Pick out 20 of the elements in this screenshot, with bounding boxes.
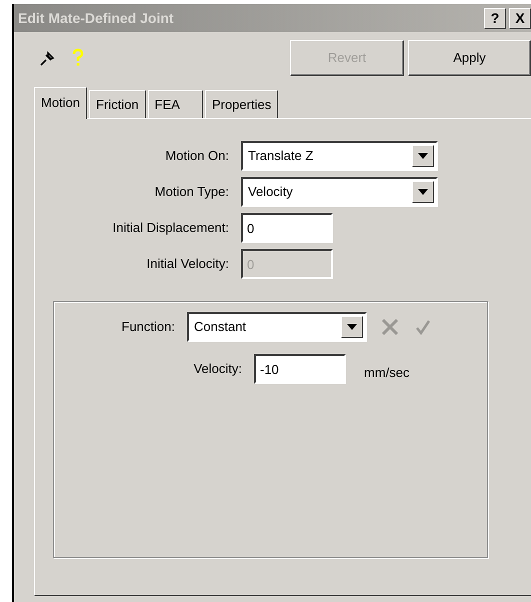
window-title: Edit Mate-Defined Joint [18,8,175,28]
field-label: Initial Displacement: [112,219,230,238]
field-label: Motion Type: [154,183,230,202]
input-field[interactable]: -10 [254,354,346,384]
tab[interactable]: FEA [148,90,203,118]
function-label: Function: [120,318,176,336]
tab[interactable]: Motion [34,87,88,119]
velocity-label: Velocity: [192,360,243,378]
input-field[interactable]: 0 [241,213,333,243]
field-label: Initial Velocity: [146,255,230,274]
help-button[interactable]: ? [484,8,506,28]
close-button[interactable]: X [509,8,531,28]
unit-label: mm/sec [364,364,410,382]
field-label: Motion On: [164,147,230,166]
apply-button[interactable]: Apply [408,40,531,76]
tab[interactable]: Friction [89,90,146,118]
tab[interactable]: Properties [204,90,278,118]
dropdown-field[interactable]: Velocity [241,177,438,207]
function-dropdown[interactable]: Constant [187,312,367,342]
dropdown-field[interactable]: Translate Z [241,141,438,171]
